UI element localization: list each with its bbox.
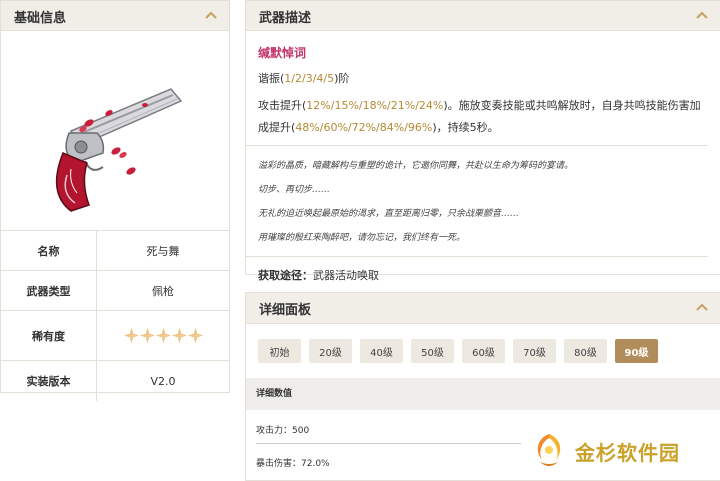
weapon-pistol-image (55, 88, 183, 212)
level-button-50[interactable]: 50级 (411, 339, 454, 363)
skill-text: 攻击提升( (258, 99, 307, 112)
skill-values: 48%/60%/72%/84%/96% (295, 121, 433, 134)
info-label: 稀有度 (1, 311, 97, 360)
weapon-image (1, 31, 229, 231)
star-icon (139, 328, 155, 343)
story-line: 无礼的迫近唤起最原始的渴求，直至距离归零，只余战栗颤音…… (258, 209, 520, 219)
level-button-80[interactable]: 80级 (564, 339, 607, 363)
basic-info-panel: 基础信息 名称 死与舞 武器类型 佩枪 稀有度 实装版本 V2.0 (0, 0, 230, 401)
info-label: 武器类型 (1, 271, 97, 310)
description-header[interactable]: 武器描述 (246, 1, 720, 31)
info-label: 名称 (1, 231, 97, 270)
chevron-up-icon[interactable] (205, 10, 217, 20)
star-icon (187, 328, 203, 343)
level-button-70[interactable]: 70级 (513, 339, 556, 363)
stat-divider (256, 443, 521, 444)
story-line: 用璀璨的殷红来陶醉吧，请勿忘记，我们终有一死。 (258, 233, 466, 243)
level-button-90[interactable]: 90级 (615, 339, 658, 363)
weapon-story: 溢彩的晶质，暗藏解构与重塑的诡计，它邀你同舞，共赴以生命为筹码的宴请。 切步、再… (246, 146, 708, 257)
info-value: 死与舞 (146, 244, 180, 258)
level-button-40[interactable]: 40级 (360, 339, 403, 363)
resonance-rank: 谐振(1/2/3/4/5)阶 (258, 70, 708, 86)
resonance-prefix: 谐振( (258, 72, 285, 85)
story-line: 溢彩的晶质，暗藏解构与重塑的诡计，它邀你同舞，共赴以生命为筹码的宴请。 (258, 161, 574, 171)
info-value: 佩枪 (152, 284, 174, 298)
info-value (97, 311, 229, 360)
info-row-type: 武器类型 佩枪 (1, 271, 229, 311)
star-icon (123, 328, 139, 343)
resonance-values: 1/2/3/4/5 (284, 72, 335, 85)
basic-info-header[interactable]: 基础信息 (1, 1, 229, 31)
level-button-initial[interactable]: 初始 (258, 339, 301, 363)
level-button-20[interactable]: 20级 (309, 339, 352, 363)
info-row-name: 名称 死与舞 (1, 231, 229, 271)
resonance-suffix: )阶 (334, 72, 350, 85)
skill-name: 缄默悼词 (258, 46, 307, 60)
watermark-text: 金杉软件园 (575, 440, 680, 465)
rarity-stars (123, 328, 203, 343)
basic-info-title: 基础信息 (14, 11, 67, 26)
skill-text: )，持续5秒。 (432, 121, 499, 134)
acquisition-source: 获取途径：武器活动唤取 (258, 257, 708, 283)
chevron-up-icon[interactable] (696, 10, 708, 20)
story-line: 切步、再切步…… (258, 185, 331, 195)
info-row-rarity: 稀有度 (1, 311, 229, 361)
chevron-up-icon[interactable] (696, 302, 708, 312)
info-row-version: 实装版本 V2.0 (1, 361, 229, 401)
source-label: 获取途径： (258, 269, 313, 282)
info-value: V2.0 (150, 374, 176, 388)
description-title: 武器描述 (259, 11, 312, 26)
detail-header[interactable]: 详细面板 (246, 293, 720, 324)
skill-values: 12%/15%/18%/21%/24% (306, 99, 444, 112)
star-icon (155, 328, 171, 343)
weapon-description-panel: 武器描述 缄默悼词 谐振(1/2/3/4/5)阶 攻击提升(12%/15%/18… (245, 0, 720, 282)
watermark-logo-icon (537, 434, 561, 466)
level-selector: 初始 20级 40级 50级 60级 70级 80级 90级 (258, 339, 658, 363)
watermark: 金杉软件园 (528, 430, 680, 472)
info-label: 实装版本 (1, 361, 97, 401)
star-icon (171, 328, 187, 343)
detail-title: 详细面板 (259, 303, 312, 318)
level-button-60[interactable]: 60级 (462, 339, 505, 363)
stat-header: 详细数值 (246, 378, 720, 410)
skill-description: 攻击提升(12%/15%/18%/21%/24%)。施放变奏技能或共鸣解放时，自… (246, 95, 708, 146)
source-value: 武器活动唤取 (313, 269, 379, 282)
